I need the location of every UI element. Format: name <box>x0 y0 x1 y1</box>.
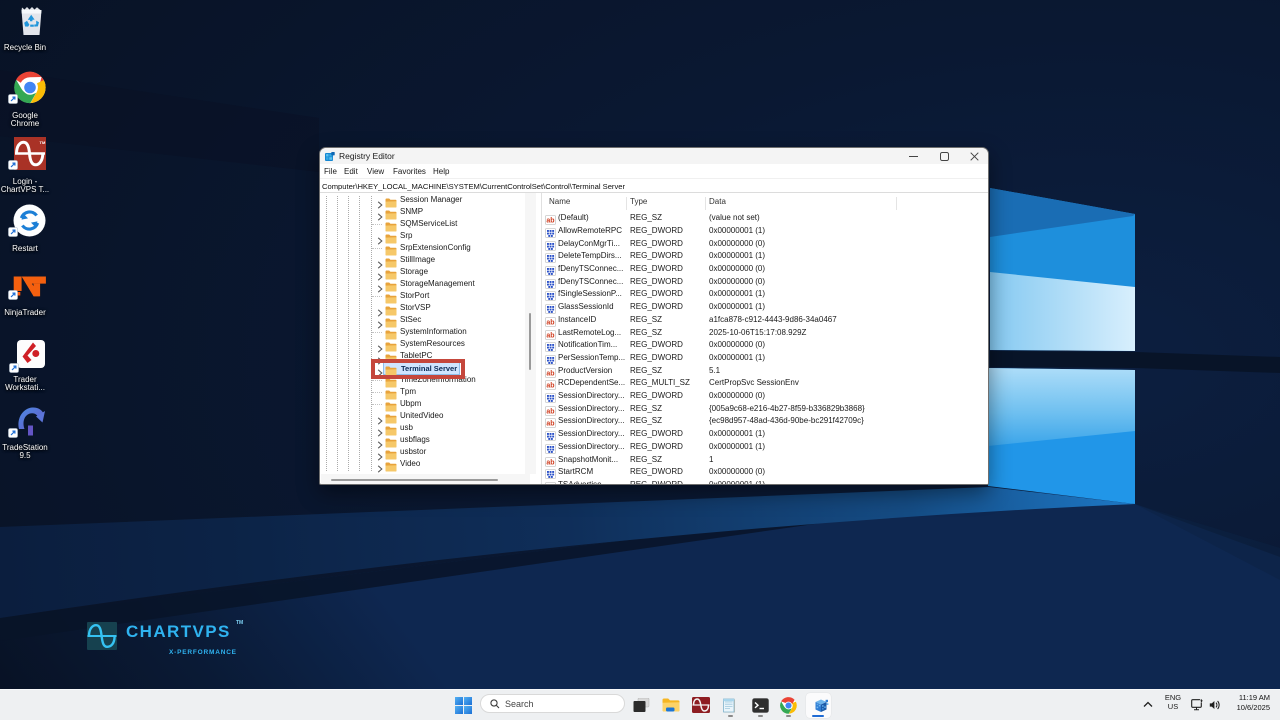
svg-text:TM: TM <box>39 140 45 145</box>
